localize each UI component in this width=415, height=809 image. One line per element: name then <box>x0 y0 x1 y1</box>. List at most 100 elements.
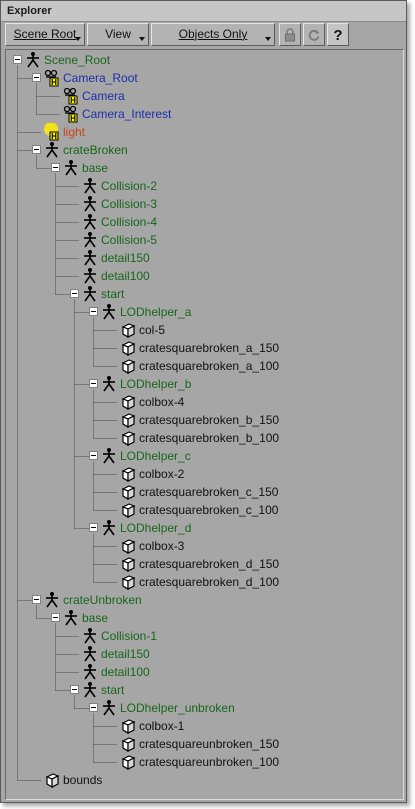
null-icon <box>81 627 99 645</box>
tree-item[interactable]: cratesquarebroken_d_150 <box>6 555 396 573</box>
tree-item[interactable]: Collision-2 <box>6 177 396 195</box>
collapse-toggle-icon[interactable] <box>89 307 98 316</box>
tree-item[interactable]: Hlight <box>6 122 396 141</box>
collapse-toggle-icon[interactable] <box>89 379 98 388</box>
null-icon <box>81 663 99 681</box>
tree-item[interactable]: base <box>6 159 396 177</box>
tree-item[interactable]: LODhelper_b <box>6 375 396 393</box>
null-icon <box>100 699 118 717</box>
tree-item[interactable]: cratesquareunbroken_100 <box>6 753 396 771</box>
tree-item[interactable]: detail150 <box>6 645 396 663</box>
chevron-down-icon <box>265 37 271 41</box>
polymesh-icon <box>43 771 61 789</box>
tree-item[interactable]: cratesquarebroken_b_150 <box>6 411 396 429</box>
tree-item-label: LODhelper_unbroken <box>120 701 235 715</box>
tree-item[interactable]: H Camera <box>6 87 396 105</box>
tree-item-label: cratesquarebroken_a_150 <box>139 341 280 355</box>
tree-item[interactable]: Collision-5 <box>6 231 396 249</box>
tree-item[interactable]: bounds <box>6 771 396 789</box>
polymesh-icon <box>119 501 137 519</box>
tree-item[interactable]: cratesquarebroken_d_100 <box>6 573 396 591</box>
null-icon <box>24 51 42 69</box>
collapse-toggle-icon[interactable] <box>51 613 60 622</box>
tree-item[interactable]: Collision-3 <box>6 195 396 213</box>
tree-item[interactable]: cratesquarebroken_a_100 <box>6 357 396 375</box>
tree-item-label: base <box>82 161 109 175</box>
collapse-toggle-icon[interactable] <box>89 523 98 532</box>
explorer-window: Explorer Scene Root View Objects Only ? … <box>0 0 407 803</box>
tree-item[interactable]: cratesquarebroken_a_150 <box>6 339 396 357</box>
tree-item[interactable]: col-5 <box>6 321 396 339</box>
tree-item[interactable]: H Camera_Root <box>6 69 396 87</box>
scene-root-dropdown[interactable]: Scene Root <box>5 23 85 46</box>
tree-item-label: crateUnbroken <box>63 593 142 607</box>
null-icon <box>43 141 61 159</box>
tree-item[interactable]: colbox-3 <box>6 537 396 555</box>
null-icon <box>81 195 99 213</box>
camera-icon: H <box>62 87 80 105</box>
tree-item[interactable]: crateUnbroken <box>6 591 396 609</box>
lock-icon <box>285 27 295 41</box>
tree-item-label: base <box>82 611 109 625</box>
collapse-toggle-icon[interactable] <box>32 145 41 154</box>
tree-item-label: start <box>101 287 125 301</box>
objects-only-dropdown[interactable]: Objects Only <box>151 23 275 46</box>
tree-item[interactable]: Collision-4 <box>6 213 396 231</box>
tree-item[interactable]: colbox-4 <box>6 393 396 411</box>
tree-item[interactable]: LODhelper_a <box>6 303 396 321</box>
tree-item[interactable]: start <box>6 681 396 699</box>
collapse-toggle-icon[interactable] <box>89 451 98 460</box>
chevron-down-icon <box>75 37 81 41</box>
tree-item[interactable]: detail150 <box>6 249 396 267</box>
collapse-toggle-icon[interactable] <box>70 289 79 298</box>
view-label: View <box>105 27 131 41</box>
refresh-button[interactable] <box>303 23 325 46</box>
tree-item[interactable]: start <box>6 285 396 303</box>
tree-item[interactable]: Collision-1 <box>6 627 396 645</box>
tree-item[interactable]: cratesquarebroken_c_150 <box>6 483 396 501</box>
tree-item-label: cratesquarebroken_b_150 <box>139 413 280 427</box>
tree-item[interactable]: LODhelper_d <box>6 519 396 537</box>
tree-item[interactable]: detail100 <box>6 267 396 285</box>
svg-text:H: H <box>51 78 57 87</box>
tree-item[interactable]: Scene_Root <box>6 51 396 69</box>
tree-item[interactable]: cratesquarebroken_c_100 <box>6 501 396 519</box>
tree-item-label: col-5 <box>139 323 166 337</box>
polymesh-icon <box>119 411 137 429</box>
collapse-toggle-icon[interactable] <box>13 55 22 64</box>
tree-item[interactable]: LODhelper_unbroken <box>6 699 396 717</box>
view-dropdown[interactable]: View <box>87 23 149 46</box>
collapse-toggle-icon[interactable] <box>89 703 98 712</box>
polymesh-icon <box>119 357 137 375</box>
polymesh-icon <box>119 735 137 753</box>
light-icon: H <box>43 122 61 141</box>
tree-item[interactable]: detail100 <box>6 663 396 681</box>
tree-item[interactable]: cratesquarebroken_b_100 <box>6 429 396 447</box>
tree-item-label: start <box>101 683 125 697</box>
polymesh-icon <box>119 339 137 357</box>
tree-item-label: cratesquareunbroken_150 <box>139 737 280 751</box>
tree-item[interactable]: cratesquareunbroken_150 <box>6 735 396 753</box>
null-icon <box>81 249 99 267</box>
tree-item[interactable]: base <box>6 609 396 627</box>
tree-item[interactable]: crateBroken <box>6 141 396 159</box>
collapse-toggle-icon[interactable] <box>32 73 41 82</box>
tree-item[interactable]: LODhelper_c <box>6 447 396 465</box>
null-icon <box>81 267 99 285</box>
svg-text:H: H <box>51 132 57 141</box>
polymesh-icon <box>119 573 137 591</box>
lock-button[interactable] <box>279 23 301 46</box>
tree-item[interactable]: colbox-2 <box>6 465 396 483</box>
tree-item-label: colbox-1 <box>139 719 185 733</box>
collapse-toggle-icon[interactable] <box>70 685 79 694</box>
tree-item[interactable]: H Camera_Interest <box>6 105 396 123</box>
tree-item-label: detail150 <box>101 647 150 661</box>
collapse-toggle-icon[interactable] <box>32 595 41 604</box>
polymesh-icon <box>119 555 137 573</box>
tree-item-label: Collision-5 <box>101 233 158 247</box>
collapse-toggle-icon[interactable] <box>51 163 60 172</box>
objects-only-label: Objects Only <box>178 27 248 41</box>
tree-item[interactable]: colbox-1 <box>6 717 396 735</box>
tree-item-label: bounds <box>63 773 103 787</box>
help-button[interactable]: ? <box>327 23 349 46</box>
